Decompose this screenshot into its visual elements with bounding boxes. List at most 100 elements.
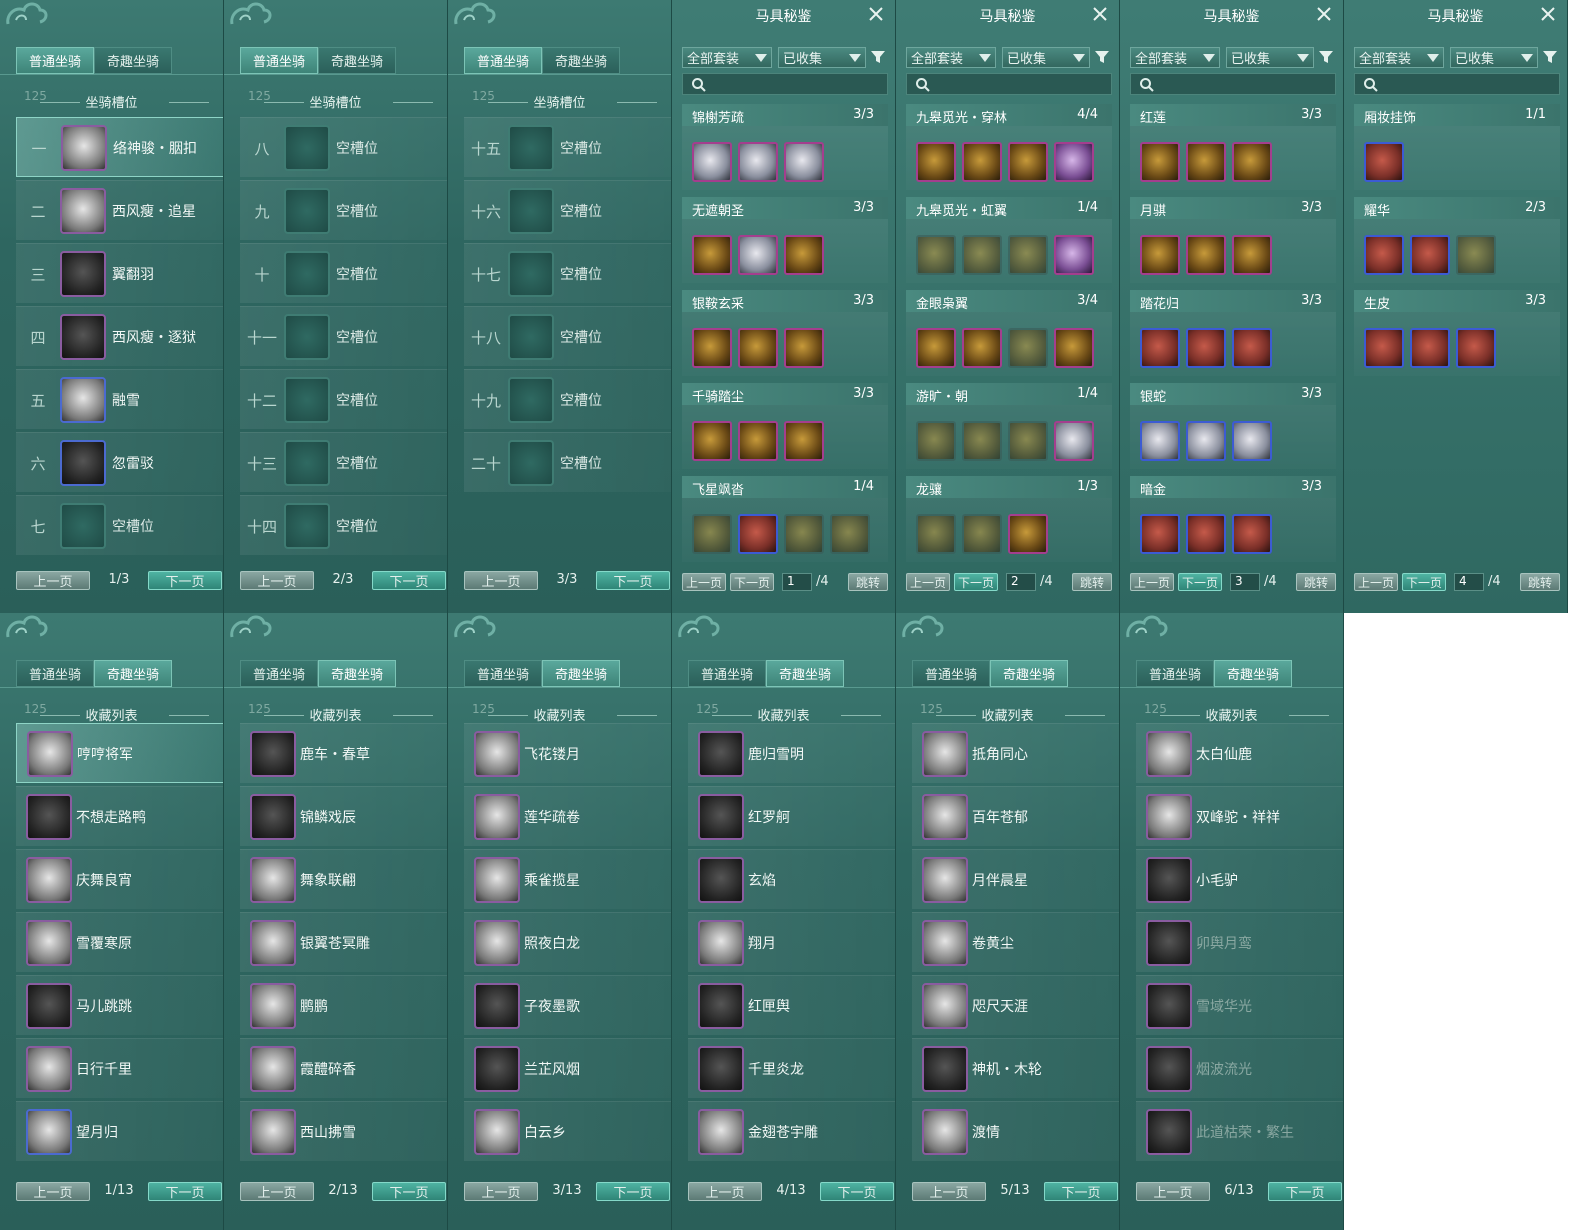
mount-portrait-icon[interactable]: [250, 857, 296, 903]
mount-portrait-icon[interactable]: [474, 1109, 520, 1155]
tab-fancy-mounts[interactable]: 奇趣坐骑: [1214, 660, 1292, 687]
tack-item-icon[interactable]: [1232, 421, 1272, 461]
collection-mount-row[interactable]: 抵角同心: [912, 723, 1119, 783]
tab-normal-mounts[interactable]: 普通坐骑: [464, 660, 542, 687]
tack-item-icon[interactable]: [692, 328, 732, 368]
collection-mount-row[interactable]: 此道枯荣・繁生: [1136, 1101, 1343, 1161]
tack-item-icon[interactable]: [738, 235, 778, 275]
page-number-input[interactable]: 1: [782, 573, 812, 591]
collection-mount-row[interactable]: 霞醴碎香: [240, 1038, 447, 1098]
tack-item-icon[interactable]: [1232, 142, 1272, 182]
tack-item-icon[interactable]: [1008, 235, 1048, 275]
jump-button[interactable]: 跳转: [848, 573, 888, 591]
collection-mount-row[interactable]: 卯舆月鸾: [1136, 912, 1343, 972]
mount-portrait-icon[interactable]: [250, 983, 296, 1029]
next-page-button[interactable]: 下一页: [372, 571, 446, 590]
collection-mount-row[interactable]: 红匣舆: [688, 975, 895, 1035]
tack-set-card[interactable]: 游旷・朝 1/4: [906, 383, 1112, 469]
jump-button[interactable]: 跳转: [1520, 573, 1560, 591]
set-filter-dropdown[interactable]: 全部套装: [906, 47, 996, 68]
collection-mount-row[interactable]: 玄焰: [688, 849, 895, 909]
collected-filter-dropdown[interactable]: 已收集: [1002, 47, 1090, 68]
prev-page-button[interactable]: 上一页: [464, 571, 538, 590]
mount-portrait-icon[interactable]: [60, 377, 106, 423]
mount-slot-row[interactable]: 二 西风瘦・追星: [16, 180, 223, 240]
mount-portrait-icon[interactable]: [922, 1046, 968, 1092]
prev-page-button[interactable]: 上一页: [1130, 573, 1174, 591]
empty-slot-icon[interactable]: [284, 314, 330, 360]
mount-portrait-icon[interactable]: [474, 731, 520, 777]
prev-page-button[interactable]: 上一页: [1136, 1182, 1210, 1201]
empty-slot-icon[interactable]: [284, 251, 330, 297]
collection-mount-row[interactable]: 白云乡: [464, 1101, 671, 1161]
tack-item-icon[interactable]: [1008, 421, 1048, 461]
tack-set-card[interactable]: 千骑踏尘 3/3: [682, 383, 888, 469]
tack-set-card[interactable]: 锦榭芳疏 3/3: [682, 104, 888, 190]
mount-portrait-icon[interactable]: [26, 794, 72, 840]
mount-portrait-icon[interactable]: [26, 920, 72, 966]
tack-item-icon[interactable]: [1008, 142, 1048, 182]
mount-portrait-icon[interactable]: [250, 1046, 296, 1092]
mount-portrait-icon[interactable]: [922, 983, 968, 1029]
next-page-button[interactable]: 下一页: [954, 573, 998, 591]
prev-page-button[interactable]: 上一页: [912, 1182, 986, 1201]
collection-mount-row[interactable]: 不想走路鸭: [16, 786, 223, 846]
empty-slot-icon[interactable]: [508, 251, 554, 297]
prev-page-button[interactable]: 上一页: [688, 1182, 762, 1201]
mount-portrait-icon[interactable]: [27, 731, 73, 777]
collection-mount-row[interactable]: 鹏鹏: [240, 975, 447, 1035]
mount-slot-row[interactable]: 五 融雪: [16, 369, 223, 429]
tack-item-icon[interactable]: [784, 235, 824, 275]
next-page-button[interactable]: 下一页: [730, 573, 774, 591]
tack-item-icon[interactable]: [1186, 421, 1226, 461]
search-input[interactable]: [1354, 73, 1560, 95]
prev-page-button[interactable]: 上一页: [240, 571, 314, 590]
tack-item-icon[interactable]: [1140, 142, 1180, 182]
tack-set-card[interactable]: 九皋觅光・穿林 4/4: [906, 104, 1112, 190]
mount-portrait-icon[interactable]: [474, 983, 520, 1029]
tack-set-card[interactable]: 红莲 3/3: [1130, 104, 1336, 190]
tack-item-icon[interactable]: [962, 421, 1002, 461]
set-filter-dropdown[interactable]: 全部套装: [1130, 47, 1220, 68]
tack-item-icon[interactable]: [1364, 142, 1404, 182]
prev-page-button[interactable]: 上一页: [16, 1182, 90, 1201]
set-filter-dropdown[interactable]: 全部套装: [682, 47, 772, 68]
empty-slot-icon[interactable]: [508, 188, 554, 234]
search-input[interactable]: [906, 73, 1112, 95]
mount-portrait-icon[interactable]: [474, 920, 520, 966]
mount-portrait-icon[interactable]: [698, 920, 744, 966]
collection-mount-row[interactable]: 日行千里: [16, 1038, 223, 1098]
mount-portrait-icon[interactable]: [60, 251, 106, 297]
tab-fancy-mounts[interactable]: 奇趣坐骑: [318, 47, 396, 74]
tack-item-icon[interactable]: [916, 235, 956, 275]
tab-normal-mounts[interactable]: 普通坐骑: [464, 47, 542, 74]
collection-mount-row[interactable]: 双峰驼・祥祥: [1136, 786, 1343, 846]
mount-slot-row[interactable]: 十八 空槽位: [464, 306, 671, 366]
search-input[interactable]: [1130, 73, 1336, 95]
tack-item-icon[interactable]: [1186, 328, 1226, 368]
set-filter-dropdown[interactable]: 全部套装: [1354, 47, 1444, 68]
mount-portrait-icon[interactable]: [922, 920, 968, 966]
tack-item-icon[interactable]: [692, 142, 732, 182]
collection-mount-row[interactable]: 翔月: [688, 912, 895, 972]
collection-mount-row[interactable]: 月伴晨星: [912, 849, 1119, 909]
next-page-button[interactable]: 下一页: [1402, 573, 1446, 591]
mount-portrait-icon[interactable]: [1146, 1046, 1192, 1092]
tack-item-icon[interactable]: [1054, 235, 1094, 275]
mount-portrait-icon[interactable]: [1146, 1109, 1192, 1155]
collection-mount-row[interactable]: 小毛驴: [1136, 849, 1343, 909]
tack-item-icon[interactable]: [1054, 142, 1094, 182]
mount-slot-row[interactable]: 九 空槽位: [240, 180, 447, 240]
collection-mount-row[interactable]: 哼哼将军: [16, 723, 223, 783]
mount-slot-row[interactable]: 十一 空槽位: [240, 306, 447, 366]
prev-page-button[interactable]: 上一页: [906, 573, 950, 591]
tack-set-card[interactable]: 龙骧 1/3: [906, 476, 1112, 562]
tack-set-card[interactable]: 银鞍玄采 3/3: [682, 290, 888, 376]
page-number-input[interactable]: 3: [1230, 573, 1260, 591]
mount-slot-row[interactable]: 八 空槽位: [240, 117, 447, 177]
mount-portrait-icon[interactable]: [1146, 920, 1192, 966]
tack-item-icon[interactable]: [784, 514, 824, 554]
collection-mount-row[interactable]: 银翼苍冥雕: [240, 912, 447, 972]
tack-set-card[interactable]: 踏花归 3/3: [1130, 290, 1336, 376]
tab-fancy-mounts[interactable]: 奇趣坐骑: [990, 660, 1068, 687]
